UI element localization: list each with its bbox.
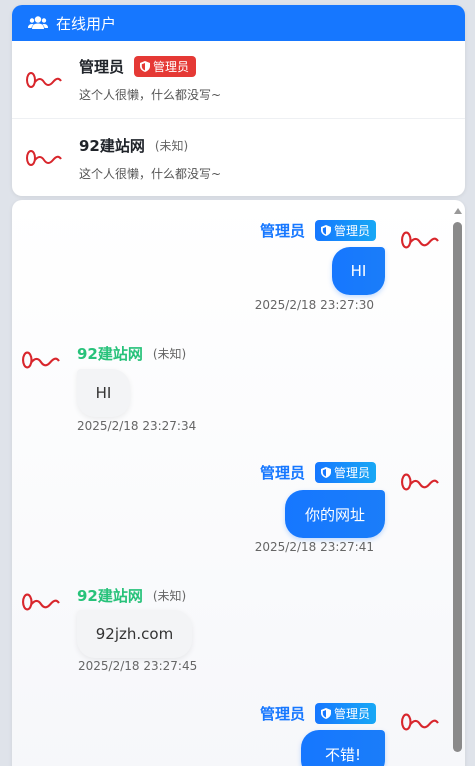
admin-badge: 管理员	[134, 56, 197, 77]
sender-name[interactable]: 92建站网	[77, 585, 143, 606]
online-users-title: 在线用户	[56, 14, 117, 33]
admin-badge-label: 管理员	[333, 224, 370, 238]
chat-panel[interactable]: 管理员 管理员 HI 2025/2/18 23:27:30 92建站网 (未知)…	[12, 200, 465, 766]
admin-badge: 管理员	[314, 220, 376, 241]
admin-badge-label: 管理员	[153, 60, 190, 74]
scroll-up-arrow-icon[interactable]	[454, 208, 462, 214]
shield-icon	[140, 61, 151, 72]
admin-badge: 管理员	[314, 703, 376, 724]
admin-badge-label: 管理员	[333, 466, 370, 480]
avatar[interactable]	[400, 462, 440, 502]
message-time: 2025/2/18 23:27:34	[77, 419, 197, 433]
logo-icon	[26, 150, 62, 166]
sender-name[interactable]: 管理员	[260, 703, 305, 724]
avatar[interactable]	[400, 702, 440, 742]
message-bubble[interactable]: 你的网址	[285, 490, 385, 538]
user-name: 92建站网	[79, 136, 145, 155]
message-header: 92建站网 (未知)	[77, 585, 186, 606]
user-status: (未知)	[152, 589, 187, 603]
message-time: 2025/2/18 23:27:45	[78, 659, 198, 673]
user-status: (未知)	[152, 347, 187, 361]
online-user-item[interactable]: 92建站网 (未知) 这个人很懒，什么都没写~	[12, 119, 465, 196]
scrollbar-thumb[interactable]	[453, 222, 462, 752]
message-bubble[interactable]: HI	[77, 369, 130, 417]
logo-icon	[401, 473, 439, 491]
avatar[interactable]	[21, 582, 61, 622]
user-signature: 这个人很懒，什么都没写~	[79, 166, 222, 181]
admin-badge: 管理员	[314, 462, 376, 483]
sender-name[interactable]: 管理员	[260, 462, 305, 483]
sender-name[interactable]: 管理员	[260, 220, 305, 241]
shield-icon	[320, 225, 331, 236]
message-bubble[interactable]: 不错!	[301, 730, 385, 766]
message-header: 管理员 管理员	[260, 220, 376, 241]
logo-icon	[26, 71, 62, 88]
online-users-panel: 在线用户 管理员 管理员 这个人很懒，什么都没写~ 92建站网 (未知) 这个人…	[12, 5, 465, 196]
online-users-header: 在线用户	[12, 5, 465, 41]
avatar[interactable]	[400, 220, 440, 260]
logo-icon	[401, 231, 439, 249]
user-signature: 这个人很懒，什么都没写~	[79, 88, 222, 102]
chat-scrollbar[interactable]	[453, 208, 462, 766]
shield-icon	[320, 467, 331, 478]
message-time: 2025/2/18 23:27:30	[254, 298, 374, 312]
user-name: 管理员	[79, 58, 125, 76]
shield-icon	[320, 708, 331, 719]
logo-icon	[22, 351, 60, 369]
avatar[interactable]	[21, 340, 61, 380]
users-icon	[28, 16, 48, 29]
sender-name[interactable]: 92建站网	[77, 343, 143, 364]
avatar[interactable]	[26, 140, 62, 176]
message-header: 管理员 管理员	[260, 703, 376, 724]
user-status: (未知)	[154, 138, 189, 153]
message-header: 管理员 管理员	[260, 462, 376, 483]
message-bubble[interactable]: HI	[332, 247, 385, 295]
message-header: 92建站网 (未知)	[77, 343, 186, 364]
avatar[interactable]	[26, 62, 62, 98]
message-bubble[interactable]: 92jzh.com	[77, 610, 192, 658]
admin-badge-label: 管理员	[333, 707, 370, 721]
logo-icon	[22, 593, 60, 611]
message-time: 2025/2/18 23:27:41	[254, 540, 374, 554]
online-user-item[interactable]: 管理员 管理员 这个人很懒，什么都没写~	[12, 41, 465, 119]
logo-icon	[401, 713, 439, 731]
